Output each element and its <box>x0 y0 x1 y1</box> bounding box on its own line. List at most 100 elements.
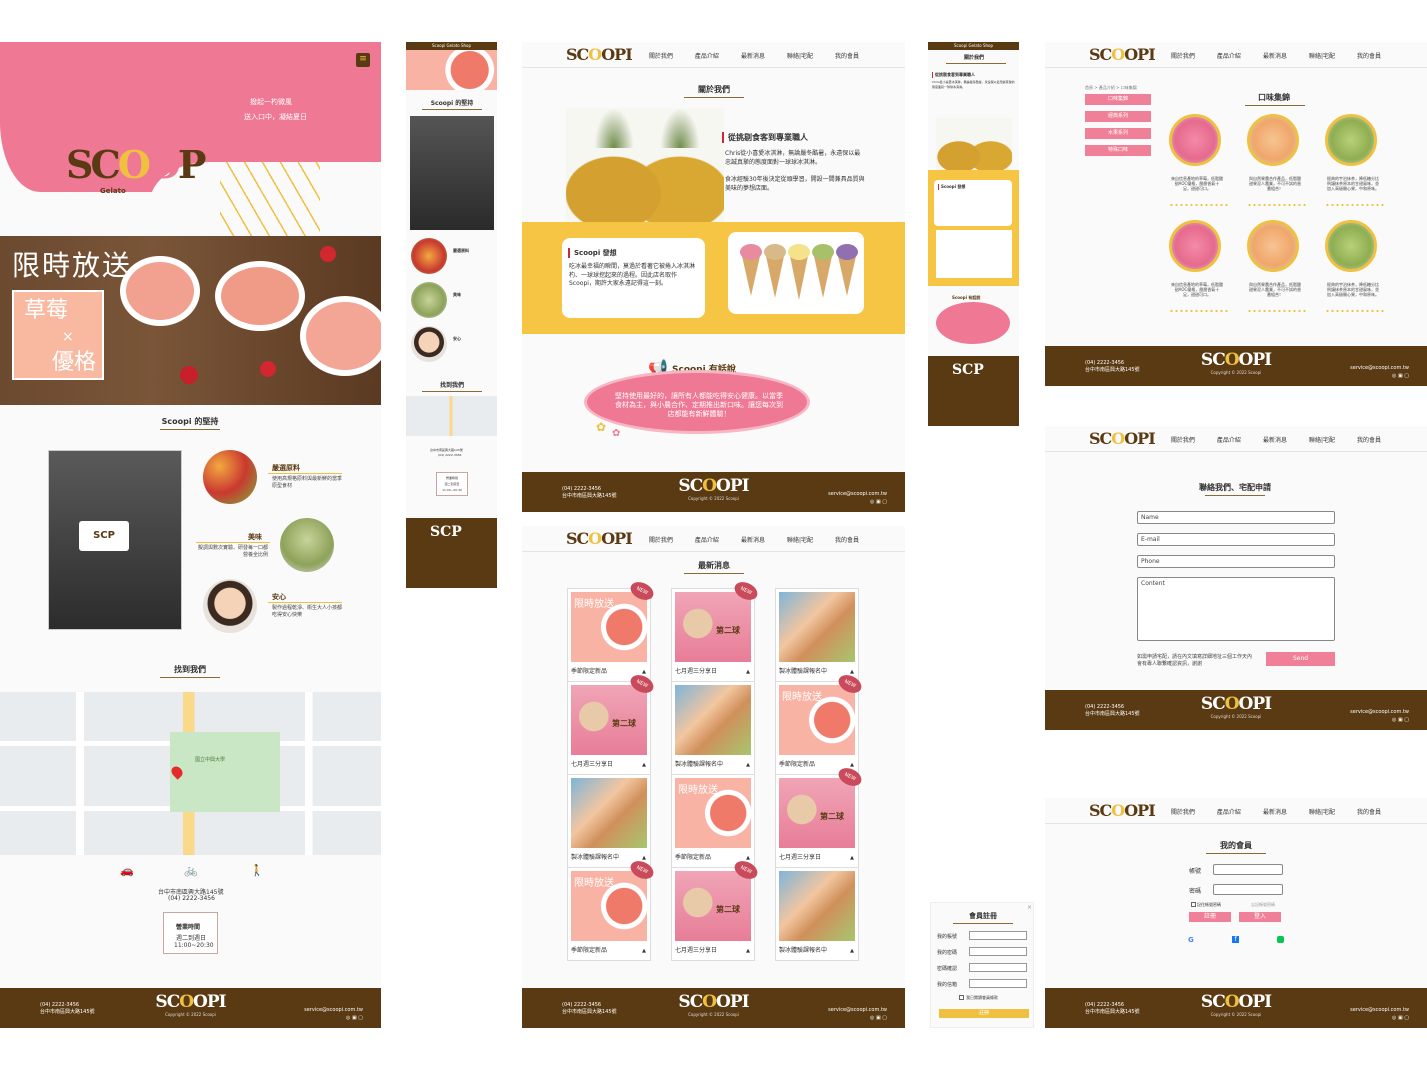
nav-logo[interactable]: SCOOPI <box>1089 429 1156 448</box>
news-card[interactable]: 限時放送 季節限定新品 ▲ NEW <box>567 857 657 961</box>
nav-logo[interactable]: SCOOPI <box>566 529 633 548</box>
register-button[interactable]: 註冊 <box>1189 912 1231 922</box>
flavor-image[interactable] <box>1247 114 1299 166</box>
social-icons[interactable]: ◎ ▣ ▢ <box>1350 372 1409 380</box>
social-icons[interactable]: ◎ ▣ ▢ <box>1350 1014 1409 1022</box>
nav-member[interactable]: 我的會員 <box>1357 51 1381 60</box>
news-card[interactable]: 製冰體驗課報名中 ▲ <box>775 588 859 682</box>
nav-logo[interactable]: SCOOPI <box>566 45 633 64</box>
nav-contact[interactable]: 聯絡|宅配 <box>1309 807 1335 816</box>
nav-logo[interactable]: SCOOPI <box>1089 45 1156 64</box>
about-p3: 吃冰最幸福的瞬間，莫過於看著它被捲入冰淇淋杓、一球球挖起來的過程。因此店名取作S… <box>569 263 696 287</box>
signup-submit[interactable]: 註冊 <box>939 1009 1029 1018</box>
news-card[interactable]: 製冰體驗課報名中 ▲ <box>775 867 859 961</box>
signup-input[interactable] <box>969 931 1027 940</box>
agree-checkbox[interactable] <box>959 995 964 1000</box>
flavor-category-button[interactable]: 口味集錦 <box>1085 94 1151 105</box>
password-input[interactable] <box>1213 884 1283 895</box>
nav-news[interactable]: 最新消息 <box>741 51 765 60</box>
signup-input[interactable] <box>969 947 1027 956</box>
mobile-footer: SCP <box>406 518 497 588</box>
mobile-phone: (04) 2222-3456 <box>438 453 462 457</box>
menu-button[interactable]: ≡ <box>356 53 370 67</box>
remember-checkbox[interactable] <box>1191 902 1196 907</box>
facebook-icon[interactable]: f <box>1232 936 1239 943</box>
account-label: 帳號 <box>1189 868 1202 875</box>
map[interactable]: 國立中興大學 <box>0 692 381 855</box>
nav-news[interactable]: 最新消息 <box>1263 807 1287 816</box>
nav-about[interactable]: 關於我們 <box>1171 807 1195 816</box>
news-card[interactable]: 第二球 七月週三分享日 ▲ NEW <box>671 578 761 682</box>
nav-about[interactable]: 關於我們 <box>1171 51 1195 60</box>
flavor-image[interactable] <box>1247 220 1299 272</box>
social-icons[interactable]: ◎ ▣ ▢ <box>304 1014 363 1022</box>
news-card[interactable]: 第二球 七月週三分享日 ▲ NEW <box>775 764 865 868</box>
flavor-image[interactable] <box>1169 220 1221 272</box>
news-card[interactable]: 第二球 七月週三分享日 ▲ NEW <box>671 857 761 961</box>
account-input[interactable] <box>1213 864 1283 875</box>
home-page: ≡ 撥起一杓微風 送入口中，凝結夏日 SCOOP Gelato 限時放送 草莓 … <box>0 42 381 1028</box>
nav-about[interactable]: 關於我們 <box>649 51 673 60</box>
pineapple-image <box>566 108 724 222</box>
footer-email[interactable]: service@scoopi.com.tw <box>828 1006 887 1014</box>
nav-about[interactable]: 關於我們 <box>1171 435 1195 444</box>
nav-contact[interactable]: 聯絡|宅配 <box>1309 435 1335 444</box>
nav-contact[interactable]: 聯絡|宅配 <box>1309 51 1335 60</box>
nav-news[interactable]: 最新消息 <box>1263 51 1287 60</box>
flavor-category-button[interactable]: 特殊口味 <box>1085 145 1151 156</box>
nav-contact[interactable]: 聯絡|宅配 <box>787 535 813 544</box>
nav-about[interactable]: 關於我們 <box>649 535 673 544</box>
mobile-address: 台中市南區興大路145號 <box>430 448 463 452</box>
email-field[interactable]: E-mail <box>1137 533 1335 546</box>
line-icon[interactable] <box>1277 936 1284 943</box>
news-card[interactable]: 第二球 七月週三分享日 ▲ NEW <box>567 671 657 775</box>
social-icons[interactable]: ◎ ▣ ▢ <box>828 498 887 506</box>
send-button[interactable]: Send <box>1266 652 1335 666</box>
footer-email[interactable]: service@scoopi.com.tw <box>1350 1006 1409 1014</box>
mobile-map[interactable] <box>406 396 497 436</box>
footer-email[interactable]: service@scoopi.com.tw <box>1350 708 1409 716</box>
footer-email[interactable]: service@scoopi.com.tw <box>828 490 887 498</box>
flavor-image[interactable] <box>1325 114 1377 166</box>
mobile-header: Scoopi Gelato Shop <box>406 42 497 50</box>
nav-products[interactable]: 產品介紹 <box>1217 807 1241 816</box>
flavor-image[interactable] <box>1325 220 1377 272</box>
mobile-pineapple <box>936 118 1012 170</box>
hero-slogan-1: 撥起一杓微風 <box>250 98 292 106</box>
mobile-storefront <box>410 116 494 230</box>
close-icon[interactable]: × <box>1027 904 1032 911</box>
nav-news[interactable]: 最新消息 <box>1263 435 1287 444</box>
nav-member[interactable]: 我的會員 <box>1357 807 1381 816</box>
flavor-category-button[interactable]: 經典系列 <box>1085 111 1151 122</box>
news-card[interactable]: 限時放送 季節限定新品 ▲ NEW <box>567 578 657 682</box>
nav-member[interactable]: 我的會員 <box>835 51 859 60</box>
nav-logo[interactable]: SCOOPI <box>1089 801 1156 820</box>
signup-input[interactable] <box>969 979 1027 988</box>
nav-products[interactable]: 產品介紹 <box>1217 435 1241 444</box>
social-icons[interactable]: ◎ ▣ ▢ <box>828 1014 887 1022</box>
nav-contact[interactable]: 聯絡|宅配 <box>787 51 813 60</box>
forgot-link[interactable]: 忘記帳號密碼 <box>1251 902 1275 908</box>
flavor-category-button[interactable]: 水果系列 <box>1085 128 1151 139</box>
nav-products[interactable]: 產品介紹 <box>1217 51 1241 60</box>
signup-input[interactable] <box>969 963 1027 972</box>
nav-news[interactable]: 最新消息 <box>741 535 765 544</box>
breadcrumb[interactable]: 首頁 > 產品介紹 > 口味集錦 <box>1085 85 1137 91</box>
footer-email[interactable]: service@scoopi.com.tw <box>1350 364 1409 372</box>
nav-products[interactable]: 產品介紹 <box>695 51 719 60</box>
footer-email[interactable]: service@scoopi.com.tw <box>304 1006 363 1014</box>
nav-member[interactable]: 我的會員 <box>1357 435 1381 444</box>
news-card[interactable]: 限時放送 季節限定新品 ▲ NEW <box>775 671 865 775</box>
nav-member[interactable]: 我的會員 <box>835 535 859 544</box>
news-card[interactable]: 製冰體驗課報名中 ▲ <box>567 774 651 868</box>
google-icon[interactable]: G <box>1188 936 1194 944</box>
content-field[interactable]: Content <box>1137 577 1335 641</box>
social-icons[interactable]: ◎ ▣ ▢ <box>1350 716 1409 724</box>
login-button[interactable]: 登入 <box>1239 912 1281 922</box>
phone-field[interactable]: Phone <box>1137 555 1335 568</box>
news-card[interactable]: 限時放送 季節限定新品 ▲ <box>671 774 755 868</box>
flavor-image[interactable] <box>1169 114 1221 166</box>
nav-products[interactable]: 產品介紹 <box>695 535 719 544</box>
name-field[interactable]: Name <box>1137 511 1335 524</box>
news-card[interactable]: 製冰體驗課報名中 ▲ <box>671 681 755 775</box>
